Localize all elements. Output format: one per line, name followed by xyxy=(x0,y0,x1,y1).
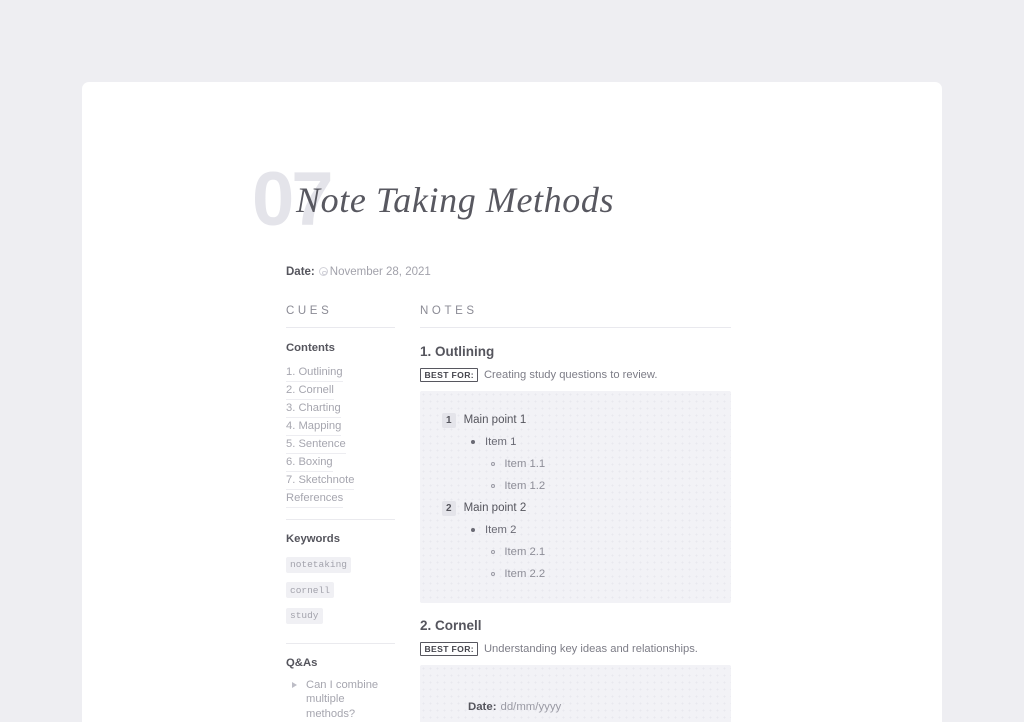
qas-heading: Q&As xyxy=(286,657,395,669)
outline-item-l3[interactable]: Item 1.1 xyxy=(420,453,731,475)
best-for-text: Creating study questions to review. xyxy=(484,369,658,381)
outline-item-l2[interactable]: Item 1 xyxy=(420,431,731,453)
sidebar-item-cornell[interactable]: 2. Cornell xyxy=(286,381,334,400)
sidebar-item-sketchnote[interactable]: 7. Sketchnote xyxy=(286,471,354,490)
sidebar-item-charting[interactable]: 3. Charting xyxy=(286,399,341,418)
outline-item-l1[interactable]: 2 Main point 2 xyxy=(420,497,731,519)
outline-text: Item 1 xyxy=(485,436,516,448)
outline-number-badge: 1 xyxy=(442,413,456,428)
document-page-card: 07 Note Taking Methods Date: November 28… xyxy=(82,82,942,722)
qa-item[interactable]: Can I combine multiple methods? xyxy=(286,678,395,722)
note-section-heading[interactable]: 2. Cornell xyxy=(420,618,731,633)
toc-item[interactable]: 7. Sketchnote xyxy=(286,471,395,489)
outline-item-l2[interactable]: Item 2 xyxy=(420,519,731,541)
note-section-outlining: 1. Outlining BEST FOR: Creating study qu… xyxy=(420,328,731,603)
qa-question: Can I combine multiple methods? xyxy=(306,678,395,722)
bullet-hollow-icon xyxy=(491,550,495,554)
columns-wrapper: CUES Contents 1. Outlining 2. Cornell 3.… xyxy=(286,305,942,722)
bullet-hollow-icon xyxy=(491,572,495,576)
outline-text: Item 2.2 xyxy=(504,568,545,580)
contents-section: Contents 1. Outlining 2. Cornell 3. Char… xyxy=(286,328,395,507)
bullet-hollow-icon xyxy=(491,462,495,466)
page-title[interactable]: Note Taking Methods xyxy=(296,179,614,221)
sidebar-item-outlining[interactable]: 1. Outlining xyxy=(286,363,343,382)
sidebar-item-boxing[interactable]: 6. Boxing xyxy=(286,453,333,472)
outline-text: Item 2.1 xyxy=(504,546,545,558)
sidebar-item-references[interactable]: References xyxy=(286,489,343,508)
cornell-field-row[interactable]: Topic: Cornell Note Method xyxy=(420,718,731,722)
best-for-text: Understanding key ideas and relationship… xyxy=(484,643,698,655)
keyword-tag[interactable]: notetaking xyxy=(286,557,351,573)
note-section-heading[interactable]: 1. Outlining xyxy=(420,344,731,359)
outline-block: 1 Main point 1 Item 1 Item 1.1 xyxy=(420,391,731,603)
outline-text: Item 1.1 xyxy=(504,458,545,470)
outline-text: Item 2 xyxy=(485,524,516,536)
cues-header: CUES xyxy=(286,305,395,327)
sidebar-divider xyxy=(286,519,395,520)
outline-item-l3[interactable]: Item 2.2 xyxy=(420,563,731,585)
triangle-right-icon[interactable] xyxy=(292,682,297,688)
bullet-filled-icon xyxy=(471,440,475,444)
toc-item[interactable]: 2. Cornell xyxy=(286,381,395,399)
cornell-block: Date: dd/mm/yyyy Topic: Cornell Note Met… xyxy=(420,665,731,722)
bullet-filled-icon xyxy=(471,528,475,532)
date-row: Date: November 28, 2021 xyxy=(286,264,942,279)
outline-text: Main point 1 xyxy=(464,414,527,426)
keyword-tag[interactable]: study xyxy=(286,608,323,624)
date-label: Date: xyxy=(286,266,315,278)
outline-item-l3[interactable]: Item 1.2 xyxy=(420,475,731,497)
note-section-cornell: 2. Cornell BEST FOR: Understanding key i… xyxy=(420,603,731,722)
qas-section: Q&As Can I combine multiple methods? Wha… xyxy=(286,657,395,722)
best-for-badge: BEST FOR: xyxy=(420,642,478,656)
toc-item[interactable]: 6. Boxing xyxy=(286,453,395,471)
mention-at-icon xyxy=(319,267,328,276)
outline-text: Main point 2 xyxy=(464,502,527,514)
title-block: 07 Note Taking Methods xyxy=(252,165,942,241)
toc-item[interactable]: 5. Sentence xyxy=(286,435,395,453)
sidebar-divider xyxy=(286,643,395,644)
sidebar-item-sentence[interactable]: 5. Sentence xyxy=(286,435,346,454)
outline-number-badge: 2 xyxy=(442,501,456,516)
best-for-badge: BEST FOR: xyxy=(420,368,478,382)
keywords-heading: Keywords xyxy=(286,533,395,545)
toc-item[interactable]: 4. Mapping xyxy=(286,417,395,435)
outline-item-l3[interactable]: Item 2.1 xyxy=(420,541,731,563)
keyword-tag[interactable]: cornell xyxy=(286,582,334,598)
notes-header: NOTES xyxy=(420,305,731,327)
bullet-hollow-icon xyxy=(491,484,495,488)
outline-item-l1[interactable]: 1 Main point 1 xyxy=(420,409,731,431)
keywords-section: Keywords notetaking cornell study xyxy=(286,533,395,631)
notes-column: NOTES 1. Outlining BEST FOR: Creating st… xyxy=(420,305,731,722)
outline-text: Item 1.2 xyxy=(504,480,545,492)
best-for-row: BEST FOR: Creating study questions to re… xyxy=(420,368,731,382)
best-for-row: BEST FOR: Understanding key ideas and re… xyxy=(420,642,731,656)
cues-column: CUES Contents 1. Outlining 2. Cornell 3.… xyxy=(286,305,395,722)
toc-item[interactable]: 1. Outlining xyxy=(286,363,395,381)
toc-item[interactable]: References xyxy=(286,489,395,507)
contents-heading: Contents xyxy=(286,342,395,354)
sidebar-item-mapping[interactable]: 4. Mapping xyxy=(286,417,341,436)
toc-item[interactable]: 3. Charting xyxy=(286,399,395,417)
date-value[interactable]: November 28, 2021 xyxy=(330,266,431,278)
document-content: 07 Note Taking Methods Date: November 28… xyxy=(82,82,942,722)
